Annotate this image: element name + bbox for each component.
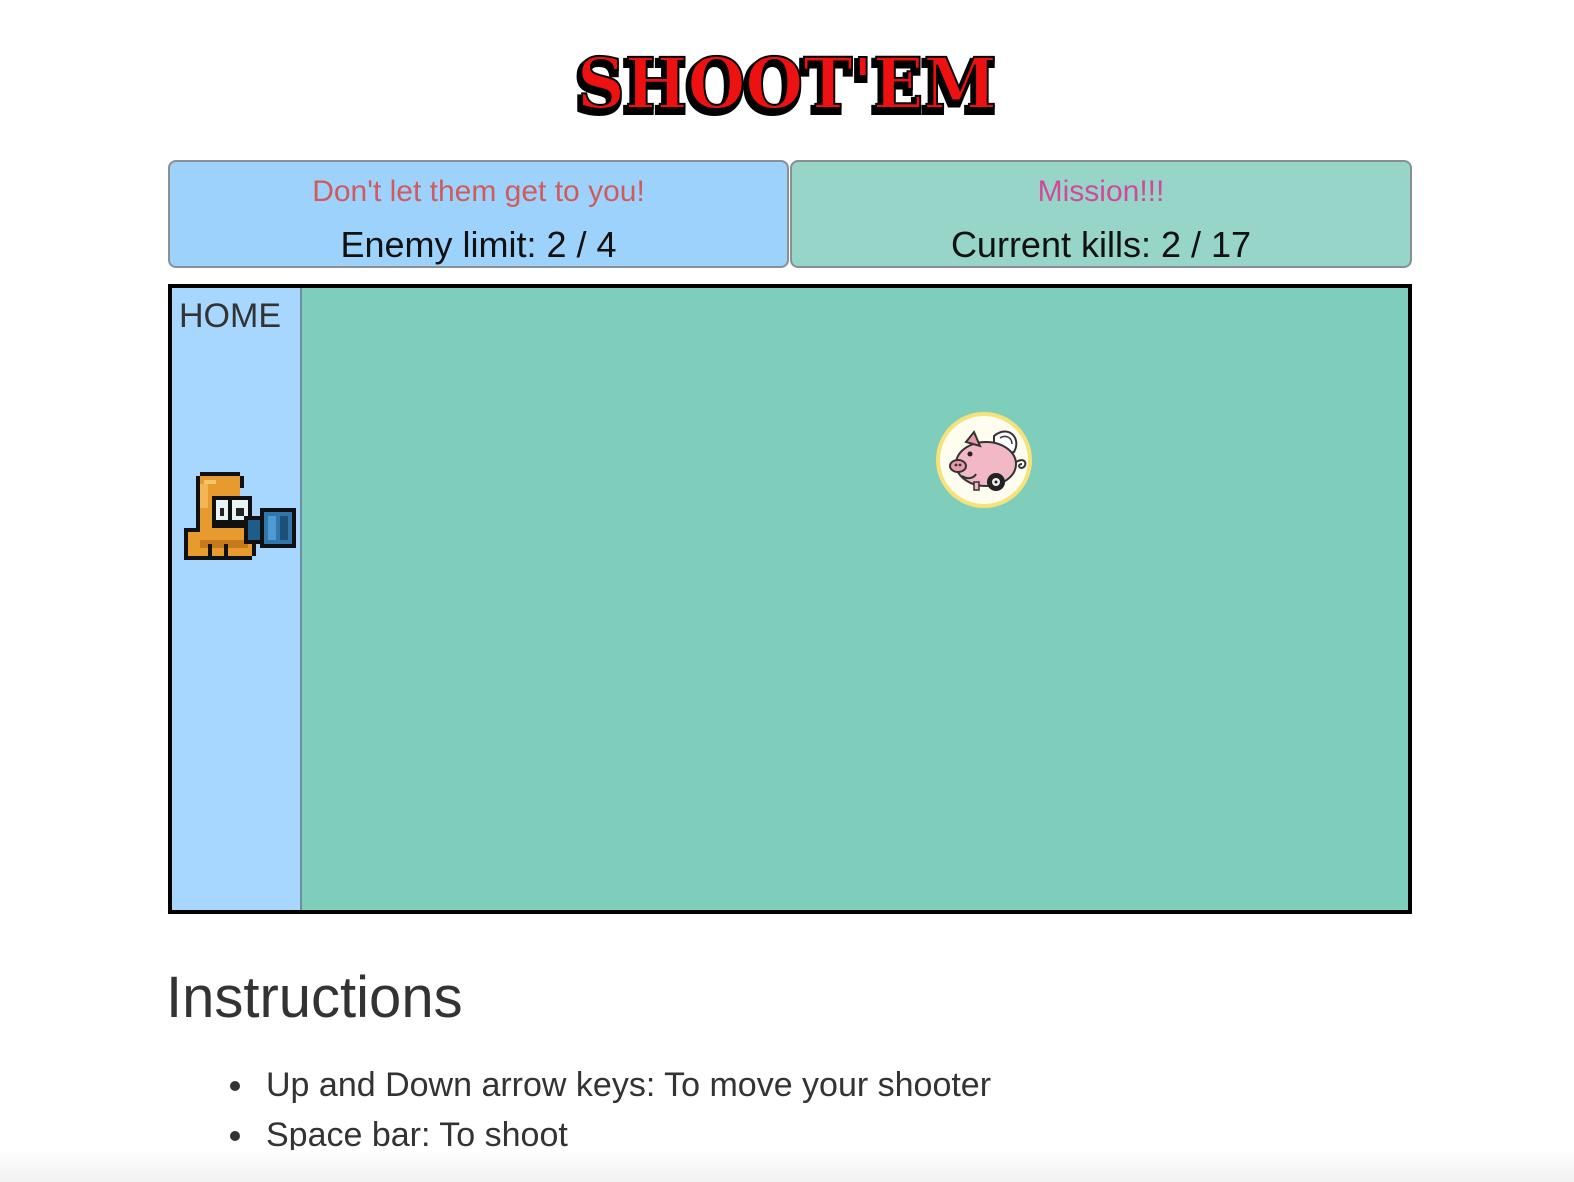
logo-wordmark: SHOOT'EM SHOOT'EM bbox=[572, 41, 998, 130]
mission-subtitle: Mission!!! bbox=[1037, 175, 1165, 208]
page-bottom-edge bbox=[0, 1150, 1574, 1182]
game-field[interactable]: HOME bbox=[168, 284, 1412, 914]
home-label: HOME bbox=[179, 297, 281, 335]
enemy-limit-panel: Don't let them get to you! Enemy limit: … bbox=[168, 160, 789, 268]
mission-panel: Mission!!! Current kills: 2 / 17 bbox=[790, 160, 1412, 268]
instructions-heading: Instructions bbox=[166, 965, 463, 1030]
logo-text: SHOOT'EM bbox=[577, 42, 997, 125]
enemy-limit-subtitle: Don't let them get to you! bbox=[312, 175, 645, 208]
flying-pig-icon bbox=[936, 412, 1032, 508]
instruction-item-move: Up and Down arrow keys: To move your sho… bbox=[230, 1060, 991, 1110]
orange-blob-shooter-icon[interactable] bbox=[184, 472, 296, 564]
enemy-limit-stat: Enemy limit: 2 / 4 bbox=[340, 224, 617, 265]
current-kills-stat: Current kills: 2 / 17 bbox=[950, 224, 1252, 265]
game-logo: SHOOT'EM SHOOT'EM bbox=[0, 30, 1574, 130]
home-zone: HOME bbox=[172, 288, 302, 910]
instructions-list: Up and Down arrow keys: To move your sho… bbox=[230, 1060, 991, 1160]
